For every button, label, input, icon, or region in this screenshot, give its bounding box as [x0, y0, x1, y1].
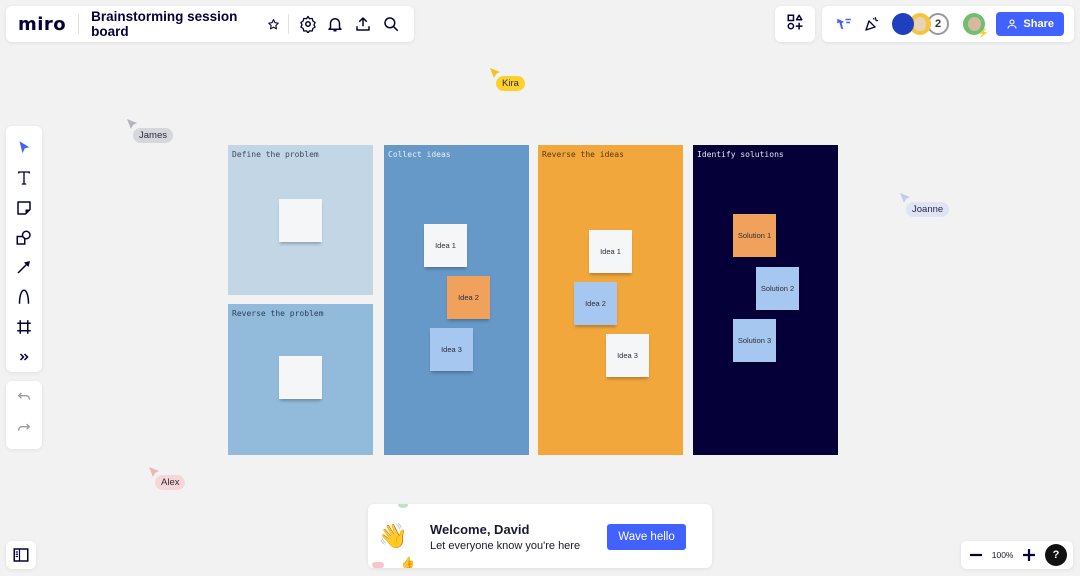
divider: [78, 14, 80, 34]
chevrons-right-icon: [19, 353, 29, 361]
sticky-note[interactable]: [279, 356, 322, 399]
welcome-card: 👋 👍 Welcome, David Let everyone know you…: [368, 504, 712, 568]
redo-button[interactable]: [16, 420, 32, 441]
reactions-icon[interactable]: [832, 12, 856, 36]
frame-title: Collect ideas: [388, 150, 451, 159]
cursor-label: Joanne: [906, 202, 950, 217]
cursor-label: Kira: [496, 76, 525, 91]
sticky-note[interactable]: Solution 3: [733, 319, 776, 362]
sticky-note[interactable]: Idea 2: [447, 276, 490, 319]
cursor-icon: [19, 141, 30, 154]
cursor-joanne: Joanne: [900, 190, 950, 217]
welcome-title: Welcome, David: [430, 522, 530, 537]
sticky-note[interactable]: Idea 1: [589, 230, 632, 273]
sticky-note[interactable]: Idea 1: [424, 224, 467, 267]
search-icon[interactable]: [380, 12, 402, 36]
cursor-arrow-icon: [127, 119, 137, 129]
shapes-icon: [16, 230, 31, 245]
sticky-note[interactable]: Solution 1: [733, 214, 776, 257]
star-icon[interactable]: [266, 12, 282, 36]
welcome-subtitle: Let everyone know you're here: [430, 540, 581, 552]
cursor-alex: Alex: [149, 464, 186, 490]
sticky-note[interactable]: Solution 2: [756, 267, 799, 310]
user-icon: [1007, 19, 1017, 29]
sticky-note[interactable]: Idea 3: [430, 328, 473, 371]
board-title[interactable]: Brainstorming session board: [91, 9, 261, 39]
sticky-note-icon: [17, 200, 31, 215]
wave-illustration: 👋 👍: [368, 504, 418, 568]
help-button[interactable]: ?: [1045, 544, 1067, 566]
collaboration-bar: 2 ⚡ Share: [822, 6, 1074, 42]
frame-tool[interactable]: [10, 312, 38, 342]
pen-tool[interactable]: [10, 282, 38, 312]
minus-icon: [970, 553, 982, 557]
divider: [287, 14, 289, 34]
arrow-tool[interactable]: [10, 253, 38, 283]
cursor-label: Alex: [155, 475, 186, 490]
bell-icon[interactable]: [325, 12, 347, 36]
undo-button[interactable]: [16, 389, 32, 410]
upload-icon[interactable]: [352, 12, 374, 36]
pen-icon: [18, 289, 30, 305]
lightning-icon: ⚡: [977, 28, 989, 38]
undo-icon: [17, 392, 30, 400]
sticky-note[interactable]: Idea 3: [606, 334, 649, 377]
frame-title: Reverse the problem: [232, 309, 324, 318]
frame-title: Identify solutions: [697, 150, 784, 159]
sticky-note-tool[interactable]: [10, 193, 38, 223]
shapes-tool[interactable]: [10, 223, 38, 253]
frame-icon: [17, 320, 31, 334]
cursor-label: James: [133, 128, 173, 143]
frame-title: Reverse the ideas: [542, 150, 624, 159]
wave-hello-button[interactable]: Wave hello: [607, 524, 686, 550]
cursor-james: James: [127, 116, 173, 143]
miro-logo[interactable]: miro: [18, 14, 66, 35]
arrow-icon: [17, 261, 30, 274]
apps-icon: [786, 13, 804, 36]
sticky-note[interactable]: Idea 2: [574, 282, 617, 325]
zoom-controls: 100% ?: [961, 541, 1073, 569]
settings-icon[interactable]: [297, 12, 319, 36]
thumbs-up-icon: 👍: [401, 557, 415, 568]
sticky-note[interactable]: [279, 199, 322, 242]
waving-hand-icon: 👋: [378, 523, 408, 550]
apps-button[interactable]: [775, 6, 815, 42]
creation-toolbar: [6, 126, 42, 372]
current-user-avatar[interactable]: ⚡: [963, 13, 989, 38]
share-button[interactable]: Share: [996, 12, 1064, 36]
frame-title: Define the problem: [232, 150, 319, 159]
cursor-kira: Kira: [490, 65, 525, 91]
collaborator-avatar[interactable]: [892, 13, 914, 35]
zoom-level[interactable]: 100%: [992, 550, 1014, 560]
text-tool[interactable]: [10, 163, 38, 193]
sidebar-panel-icon: [13, 548, 29, 562]
pill-decoration: [372, 562, 384, 568]
celebrate-icon[interactable]: [860, 12, 884, 36]
board-header: miro Brainstorming session board: [6, 6, 414, 42]
leaf-decoration: [398, 504, 408, 508]
select-tool[interactable]: [10, 133, 38, 163]
more-tools[interactable]: [10, 342, 38, 372]
history-toolbar: [6, 381, 42, 449]
redo-icon: [18, 423, 31, 431]
text-icon: [18, 171, 30, 185]
share-label: Share: [1023, 18, 1054, 30]
plus-icon: [1023, 549, 1036, 561]
zoom-out-button[interactable]: [967, 543, 985, 567]
sidebar-toggle-button[interactable]: [6, 541, 36, 569]
cursor-arrow-icon: [900, 193, 910, 203]
zoom-in-button[interactable]: [1020, 543, 1038, 567]
